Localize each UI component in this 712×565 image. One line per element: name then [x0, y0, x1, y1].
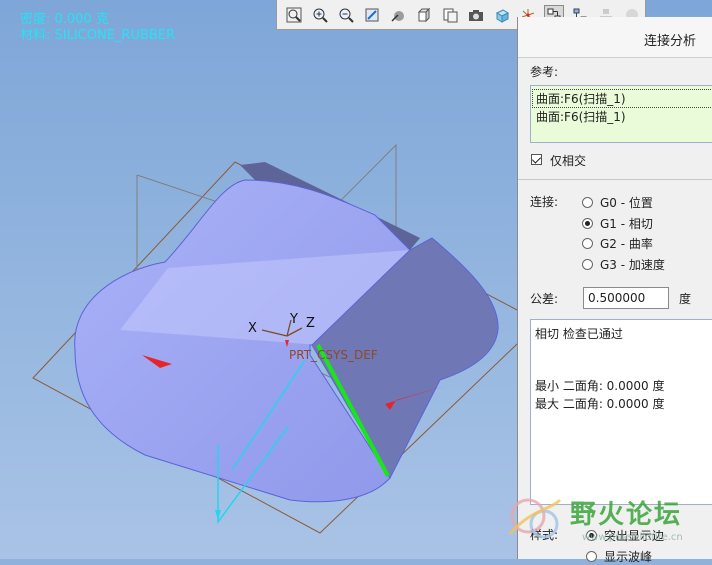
hud-material: 材料: SILICONE_RUBBER: [20, 28, 176, 43]
result-status: 相切 检查已通过: [535, 327, 623, 341]
csys-z-label: Z: [306, 316, 315, 331]
g1-radio[interactable]: [582, 218, 593, 229]
g3-radio[interactable]: [582, 259, 593, 270]
reference-label: 参考:: [530, 65, 559, 79]
tolerance-input[interactable]: 0.500000: [583, 287, 669, 309]
reference-list[interactable]: 曲面:F6(扫描_1) 曲面:F6(扫描_1): [530, 85, 712, 143]
csys-x-label: X: [248, 321, 257, 336]
reference-item[interactable]: 曲面:F6(扫描_1): [532, 89, 712, 108]
saved-view-icon[interactable]: [414, 5, 434, 25]
g3-label: G3 - 加速度: [600, 258, 665, 272]
panel-title: 连接分析: [644, 34, 697, 49]
result-min-angle: 最小 二面角: 0.0000 度: [535, 379, 665, 393]
intersect-only-checkbox[interactable]: [531, 154, 542, 165]
display-style-icon[interactable]: [492, 5, 512, 25]
watermark-title: 野火论坛: [570, 500, 683, 530]
tolerance-unit: 度: [679, 292, 692, 306]
spin-center-icon[interactable]: [388, 5, 408, 25]
connection-analysis-panel: 连接分析 参考: 曲面:F6(扫描_1) 曲面:F6(扫描_1) 仅相交 连接:…: [517, 17, 712, 564]
zoom-in-icon[interactable]: [310, 5, 330, 25]
watermark: 野火论坛 www.proewildfire.cn: [500, 490, 712, 559]
g2-radio[interactable]: [582, 238, 593, 249]
result-box: 相切 检查已通过 最小 二面角: 0.0000 度 最大 二面角: 0.0000…: [530, 319, 712, 505]
repaint-icon[interactable]: [362, 5, 382, 25]
connection-label: 连接:: [530, 195, 559, 209]
panel-title-bar: 连接分析: [518, 17, 712, 58]
csys-y-label: Y: [289, 312, 298, 327]
view-manager-icon[interactable]: [440, 5, 460, 25]
zoom-out-icon[interactable]: [336, 5, 356, 25]
g2-label: G2 - 曲率: [600, 237, 653, 251]
csys-name-label: PRT_CSYS_DEF: [289, 348, 378, 362]
g0-radio[interactable]: [582, 197, 593, 208]
tolerance-label: 公差:: [530, 292, 559, 306]
watermark-url: www.proewildfire.cn: [582, 532, 683, 543]
camera-icon[interactable]: [466, 5, 486, 25]
panel-divider: [518, 179, 712, 180]
g0-label: G0 - 位置: [600, 196, 653, 210]
zoom-fit-icon[interactable]: [284, 5, 304, 25]
reference-item[interactable]: 曲面:F6(扫描_1): [536, 108, 626, 125]
intersect-only-label: 仅相交: [550, 154, 587, 168]
hud-density: 密度: 0.000 克: [20, 12, 109, 27]
g1-label: G1 - 相切: [600, 217, 653, 231]
result-max-angle: 最大 二面角: 0.0000 度: [535, 397, 665, 411]
